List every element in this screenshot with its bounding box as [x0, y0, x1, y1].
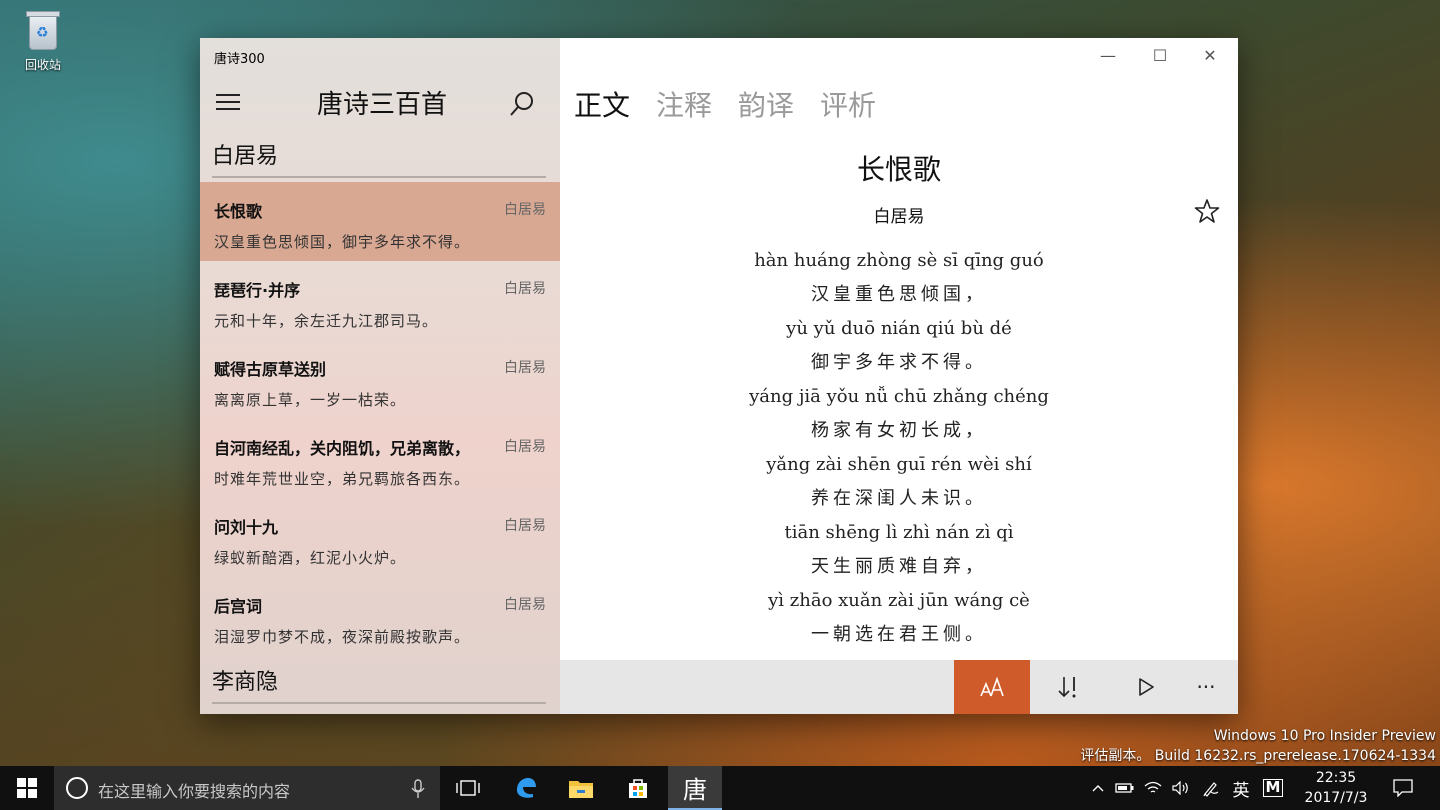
taskbar-search-box[interactable]: 在这里输入你要搜索的内容	[54, 766, 440, 810]
battery-icon[interactable]	[1112, 766, 1138, 810]
poem-item-first-line: 汉皇重色思倾国，御宇多年求不得。	[214, 233, 471, 251]
cortana-icon	[66, 777, 88, 799]
ime-language-indicator[interactable]: 英	[1228, 766, 1254, 810]
verse-pinyin: tiān shēng lì zhì nán zì qì	[784, 522, 1014, 543]
verse-text: 汉皇重色思倾国，	[811, 284, 987, 305]
poem-item-title: 琵琶行·并序	[214, 281, 301, 300]
poem-item-first-line: 离离原上草，一岁一枯荣。	[214, 391, 407, 409]
more-button[interactable]: ···	[1174, 660, 1238, 714]
close-button[interactable]: ✕	[1190, 44, 1230, 68]
content-tabs: 正文 注释 韵译 评析	[574, 84, 902, 124]
poem-list: 长恨歌 白居易 汉皇重色思倾国，御宇多年求不得。 琵琶行·并序 白居易 元和十年…	[200, 182, 560, 656]
font-size-button[interactable]	[954, 660, 1030, 714]
tab-notes[interactable]: 注释	[656, 84, 712, 124]
recycle-bin-icon: ♻	[23, 8, 63, 52]
favorite-star-icon[interactable]	[1194, 198, 1220, 224]
section-header-bai-juyi[interactable]: 白居易	[212, 138, 546, 178]
window-title: 唐诗300	[214, 52, 265, 67]
poem-list-item-selected[interactable]: 长恨歌 白居易 汉皇重色思倾国，御宇多年求不得。	[200, 182, 560, 261]
poem-item-first-line: 绿蚁新醅酒，红泥小火炉。	[214, 549, 407, 567]
tangshi-app-taskbar-button[interactable]: 唐	[668, 766, 722, 810]
build-watermark: Windows 10 Pro Insider Preview 评估副本。 Bui…	[1080, 726, 1436, 766]
verse-pinyin: yǎng zài shēn guī rén wèi shí	[766, 454, 1032, 475]
hamburger-menu-icon[interactable]	[216, 94, 240, 110]
poem-item-author: 白居易	[504, 439, 546, 455]
poem-list-item[interactable]: 自河南经乱，关内阻饥，兄弟离散， 白居易 时难年荒世业空，弟兄羁旅各西东。	[200, 419, 560, 498]
tab-analysis[interactable]: 评析	[820, 84, 876, 124]
poem-list-item[interactable]: 问刘十九 白居易 绿蚁新醅酒，红泥小火炉。	[200, 498, 560, 577]
watermark-edition: Windows 10 Pro Insider Preview	[1213, 728, 1436, 744]
font-size-icon	[980, 676, 1004, 697]
poem-item-first-line: 时难年荒世业空，弟兄羁旅各西东。	[214, 470, 471, 488]
tab-text[interactable]: 正文	[574, 84, 630, 124]
poem-item-author: 白居易	[504, 360, 546, 376]
poem-author: 白居易	[873, 207, 925, 227]
ime-mode-label: M	[1263, 779, 1283, 797]
poem-item-title: 问刘十九	[214, 518, 279, 537]
poem-verses: hàn huáng zhòng sè sī qīng guó 汉皇重色思倾国， …	[560, 246, 1238, 658]
verse-text: 御宇多年求不得。	[811, 352, 987, 373]
poem-item-first-line: 泪湿罗巾梦不成，夜深前殿按歌声。	[214, 628, 471, 646]
poem-item-first-line: 元和十年，余左迁九江郡司马。	[214, 312, 439, 330]
poem-item-title: 赋得古原草送别	[214, 360, 327, 379]
wifi-icon[interactable]	[1140, 766, 1166, 810]
start-button[interactable]	[0, 766, 54, 810]
poem-item-title: 自河南经乱，关内阻饥，兄弟离散，	[214, 439, 471, 458]
poem-list-item[interactable]: 后宫词 白居易 泪湿罗巾梦不成，夜深前殿按歌声。	[200, 577, 560, 656]
show-hidden-icons-chevron-icon[interactable]	[1086, 766, 1110, 810]
volume-icon[interactable]	[1168, 766, 1194, 810]
taskbar-clock[interactable]: 22:35 2017/7/3	[1298, 768, 1374, 808]
task-view-icon[interactable]	[441, 766, 495, 810]
poem-item-title: 后宫词	[214, 597, 263, 616]
poem-item-author: 白居易	[504, 202, 546, 218]
ime-mode-indicator[interactable]: M	[1260, 766, 1286, 810]
poem-item-author: 白居易	[504, 597, 546, 613]
sort-button[interactable]	[1030, 660, 1106, 714]
verse-text: 养在深闺人未识。	[811, 488, 987, 509]
microphone-icon[interactable]	[410, 778, 426, 800]
pane-title: 唐诗三百首	[316, 90, 447, 120]
poem-list-pane: 唐诗300 唐诗三百首 白居易 长恨歌 白居易 汉皇重色思倾国，御宇多年求不得。…	[200, 38, 560, 714]
search-icon[interactable]	[508, 90, 536, 118]
clock-date: 2017/7/3	[1304, 790, 1368, 806]
store-icon[interactable]	[611, 766, 665, 810]
clock-time: 22:35	[1315, 770, 1357, 786]
poem-item-author: 白居易	[504, 281, 546, 297]
action-center-icon[interactable]	[1388, 766, 1418, 810]
verse-text: 天生丽质难自弃，	[811, 556, 987, 577]
pen-workspace-icon[interactable]	[1198, 766, 1224, 810]
poem-item-title: 长恨歌	[214, 202, 263, 221]
sort-icon	[1058, 677, 1076, 698]
edge-browser-icon[interactable]	[499, 766, 553, 810]
verse-text: 杨家有女初长成，	[811, 420, 987, 441]
bottom-app-bar: ···	[560, 660, 1238, 714]
verse-pinyin: yù yǔ duō nián qiú bù dé	[786, 318, 1012, 339]
taskbar: 在这里输入你要搜索的内容 唐 英 M 22:35 2017/7/3	[0, 766, 1440, 810]
file-explorer-icon[interactable]	[554, 766, 608, 810]
recycle-bin-shortcut[interactable]: ♻ 回收站	[14, 8, 72, 73]
verse-pinyin: hàn huáng zhòng sè sī qīng guó	[754, 250, 1044, 271]
watermark-build: 评估副本。 Build 16232.rs_prerelease.170624-1…	[1080, 748, 1436, 764]
poem-title: 长恨歌	[856, 153, 941, 186]
recycle-bin-label: 回收站	[24, 58, 61, 72]
verse-pinyin: yì zhāo xuǎn zài jūn wáng cè	[768, 590, 1030, 611]
play-button[interactable]	[1108, 660, 1184, 714]
maximize-button[interactable]: ☐	[1140, 44, 1180, 68]
verse-text: 一朝选在君王侧。	[811, 624, 987, 645]
windows-logo-icon	[17, 778, 37, 798]
poem-list-item[interactable]: 赋得古原草送别 白居易 离离原上草，一岁一枯荣。	[200, 340, 560, 419]
poem-item-author: 白居易	[504, 518, 546, 534]
poem-list-item[interactable]: 琵琶行·并序 白居易 元和十年，余左迁九江郡司马。	[200, 261, 560, 340]
verse-pinyin: yáng jiā yǒu nǚ chū zhǎng chéng	[749, 386, 1049, 407]
search-placeholder: 在这里输入你要搜索的内容	[98, 782, 291, 801]
tab-translation[interactable]: 韵译	[738, 84, 794, 124]
section-header-li-shangyin[interactable]: 李商隐	[212, 664, 546, 704]
poem-content-pane: — ☐ ✕ 正文 注释 韵译 评析 长恨歌 白居易 hàn huáng zhòn…	[560, 38, 1238, 714]
play-icon	[1139, 678, 1154, 696]
app-window: 唐诗300 唐诗三百首 白居易 长恨歌 白居易 汉皇重色思倾国，御宇多年求不得。…	[200, 38, 1238, 714]
minimize-button[interactable]: —	[1088, 44, 1128, 68]
